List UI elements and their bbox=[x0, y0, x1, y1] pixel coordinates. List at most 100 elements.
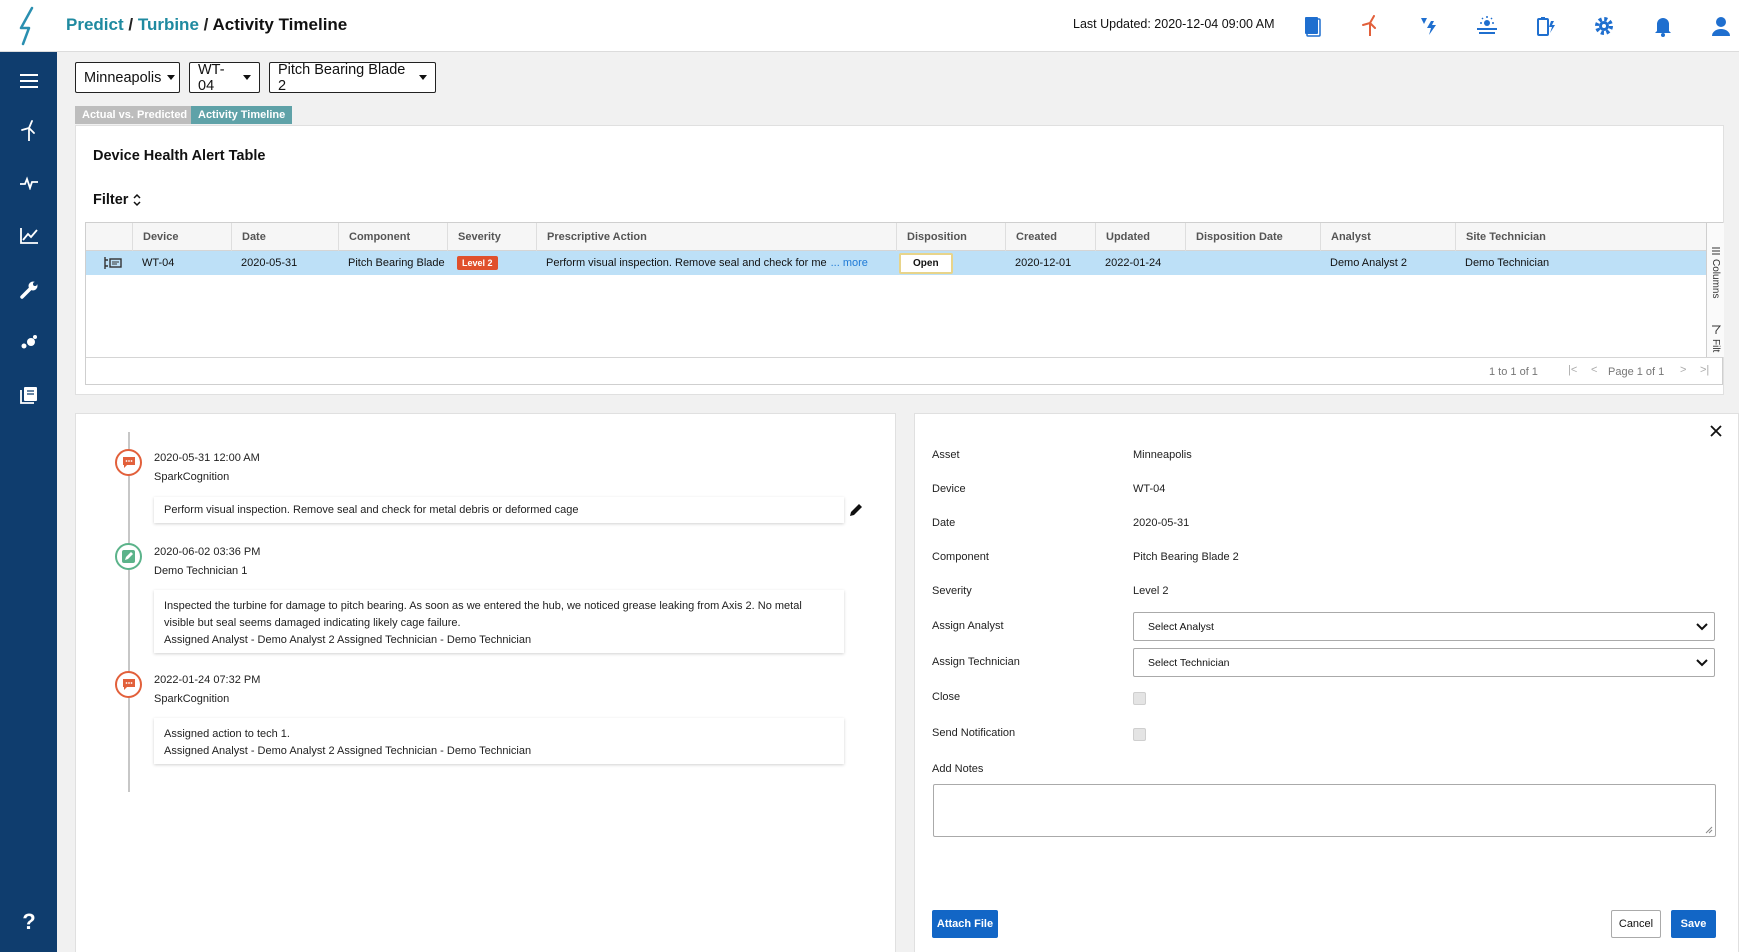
chevron-down-icon bbox=[1696, 658, 1708, 666]
component-dropdown-label: Pitch Bearing Blade 2 bbox=[278, 61, 406, 94]
assign-technician-select[interactable]: Select Technician bbox=[1133, 648, 1715, 677]
row-detail-icon[interactable] bbox=[94, 251, 132, 275]
prev-page-icon[interactable]: < bbox=[1591, 364, 1597, 376]
save-button[interactable]: Save bbox=[1671, 910, 1716, 938]
note-edit-icon bbox=[115, 543, 142, 570]
site-dropdown-label: Minneapolis bbox=[84, 69, 162, 86]
column-header-component[interactable]: Component bbox=[338, 223, 447, 251]
bell-icon[interactable] bbox=[1649, 12, 1677, 40]
cell-site-technician: Demo Technician bbox=[1465, 257, 1550, 269]
component-label: Component bbox=[932, 551, 989, 563]
columns-tool-label[interactable]: Columns bbox=[1710, 259, 1721, 298]
assign-analyst-select[interactable]: Select Analyst bbox=[1133, 612, 1715, 641]
grid-pagination: 1 to 1 of 1 |< < Page 1 of 1 > >| bbox=[86, 357, 1722, 385]
component-dropdown[interactable]: Pitch Bearing Blade 2 bbox=[269, 61, 436, 94]
pulse-icon[interactable] bbox=[14, 168, 44, 198]
wrench-icon[interactable] bbox=[14, 275, 44, 305]
filter-toggle[interactable]: Filter bbox=[93, 192, 142, 208]
turbine-icon[interactable] bbox=[1356, 12, 1384, 40]
column-header-disposition-date[interactable]: Disposition Date bbox=[1185, 223, 1320, 251]
tab-actual-vs-predicted[interactable]: Actual vs. Predicted bbox=[75, 106, 195, 124]
timeline-entry-body: Inspected the turbine for damage to pitc… bbox=[154, 590, 844, 653]
chevron-down-icon bbox=[1696, 622, 1708, 630]
column-header-analyst[interactable]: Analyst bbox=[1320, 223, 1455, 251]
assign-technician-value: Select Technician bbox=[1148, 656, 1230, 669]
book-icon[interactable] bbox=[1298, 12, 1326, 40]
column-header-severity[interactable]: Severity bbox=[447, 223, 536, 251]
column-header-prescriptive-action[interactable]: Prescriptive Action bbox=[536, 223, 896, 251]
menu-icon[interactable] bbox=[14, 66, 44, 96]
column-header-date[interactable]: Date bbox=[231, 223, 338, 251]
breadcrumb: Predict / Turbine / Activity Timeline bbox=[66, 15, 348, 34]
user-icon[interactable] bbox=[1707, 12, 1735, 40]
date-value: 2020-05-31 bbox=[1133, 517, 1190, 529]
filters-tool-label[interactable]: Filt bbox=[1710, 339, 1721, 352]
column-header-updated[interactable]: Updated bbox=[1095, 223, 1185, 251]
cell-updated: 2022-01-24 bbox=[1105, 257, 1162, 269]
solar-icon[interactable] bbox=[1473, 12, 1501, 40]
close-checkbox-label: Close bbox=[932, 691, 961, 703]
component-value: Pitch Bearing Blade 2 bbox=[1133, 551, 1239, 563]
help-icon[interactable]: ? bbox=[14, 907, 44, 937]
page-indicator: Page 1 of 1 bbox=[1608, 366, 1665, 378]
assign-analyst-value: Select Analyst bbox=[1148, 620, 1214, 633]
resize-handle-icon bbox=[1705, 826, 1713, 834]
sidebar: ? bbox=[0, 52, 57, 952]
first-page-icon[interactable]: |< bbox=[1568, 364, 1577, 376]
more-link[interactable]: ... more bbox=[831, 257, 868, 269]
timeline-line bbox=[128, 432, 130, 792]
sort-toggle-icon bbox=[133, 193, 141, 207]
nodes-icon[interactable] bbox=[14, 328, 44, 358]
disposition-badge[interactable]: Open bbox=[899, 252, 953, 274]
notes-textarea[interactable] bbox=[933, 784, 1716, 837]
cell-severity: Level 2 bbox=[447, 251, 536, 275]
comment-icon bbox=[115, 449, 142, 476]
attach-file-button[interactable]: Attach File bbox=[932, 910, 998, 938]
last-page-icon[interactable]: >| bbox=[1700, 364, 1709, 376]
cell-device: WT-04 bbox=[142, 257, 175, 269]
breadcrumb-predict[interactable]: Predict bbox=[66, 15, 124, 34]
breadcrumb-turbine[interactable]: Turbine bbox=[138, 15, 199, 34]
caret-down-icon bbox=[167, 75, 176, 80]
app-logo[interactable] bbox=[0, 0, 57, 52]
cell-analyst: Demo Analyst 2 bbox=[1330, 257, 1408, 269]
close-checkbox[interactable] bbox=[1133, 692, 1146, 705]
columns-icon bbox=[1712, 247, 1720, 255]
edit-pencil-icon[interactable] bbox=[848, 502, 864, 523]
column-header-device[interactable]: Device bbox=[132, 223, 231, 251]
power-icon[interactable] bbox=[1415, 12, 1443, 40]
cancel-button[interactable]: Cancel bbox=[1611, 910, 1661, 938]
turbine-icon[interactable] bbox=[14, 116, 44, 146]
date-label: Date bbox=[932, 517, 956, 529]
alert-table-title: Device Health Alert Table bbox=[93, 148, 266, 164]
send-notification-checkbox[interactable] bbox=[1133, 728, 1146, 741]
column-header-site-technician[interactable]: Site Technician bbox=[1455, 223, 1706, 251]
action-text: Perform visual inspection. Remove seal a… bbox=[546, 257, 827, 269]
tab-activity-timeline[interactable]: Activity Timeline bbox=[191, 106, 293, 124]
timeline-entry-text: Perform visual inspection. Remove seal a… bbox=[164, 504, 579, 516]
send-notification-label: Send Notification bbox=[932, 727, 1016, 739]
timeline-entry-text: Inspected the turbine for damage to pitc… bbox=[164, 600, 802, 629]
grid-header: Device Date Component Severity Prescript… bbox=[86, 223, 1706, 251]
device-dropdown-label: WT-04 bbox=[198, 61, 225, 94]
gear-icon[interactable] bbox=[1590, 12, 1618, 40]
cell-disposition: Open bbox=[896, 251, 1005, 275]
site-dropdown[interactable]: Minneapolis bbox=[75, 62, 180, 93]
close-icon[interactable] bbox=[1709, 424, 1723, 443]
cell-disposition-date bbox=[1185, 251, 1320, 275]
table-row[interactable]: WT-04 2020-05-31 Pitch Bearing Blade Lev… bbox=[86, 251, 1706, 275]
filter-label: Filter bbox=[93, 192, 129, 208]
library-icon[interactable] bbox=[14, 380, 44, 410]
asset-value: Minneapolis bbox=[1133, 449, 1192, 461]
chart-icon[interactable] bbox=[14, 221, 44, 251]
next-page-icon[interactable]: > bbox=[1680, 364, 1686, 376]
column-header-created[interactable]: Created bbox=[1005, 223, 1095, 251]
timeline-entry-author: SparkCognition bbox=[154, 471, 230, 483]
page-title: Activity Timeline bbox=[212, 15, 348, 34]
timeline-entry-assignment: Assigned Analyst - Demo Analyst 2 Assign… bbox=[164, 745, 532, 757]
timeline-entry-text: Assigned action to tech 1. bbox=[164, 728, 290, 740]
comment-icon bbox=[115, 671, 142, 698]
column-header-disposition[interactable]: Disposition bbox=[896, 223, 1005, 251]
device-dropdown[interactable]: WT-04 bbox=[189, 61, 260, 94]
battery-icon[interactable] bbox=[1532, 12, 1560, 40]
